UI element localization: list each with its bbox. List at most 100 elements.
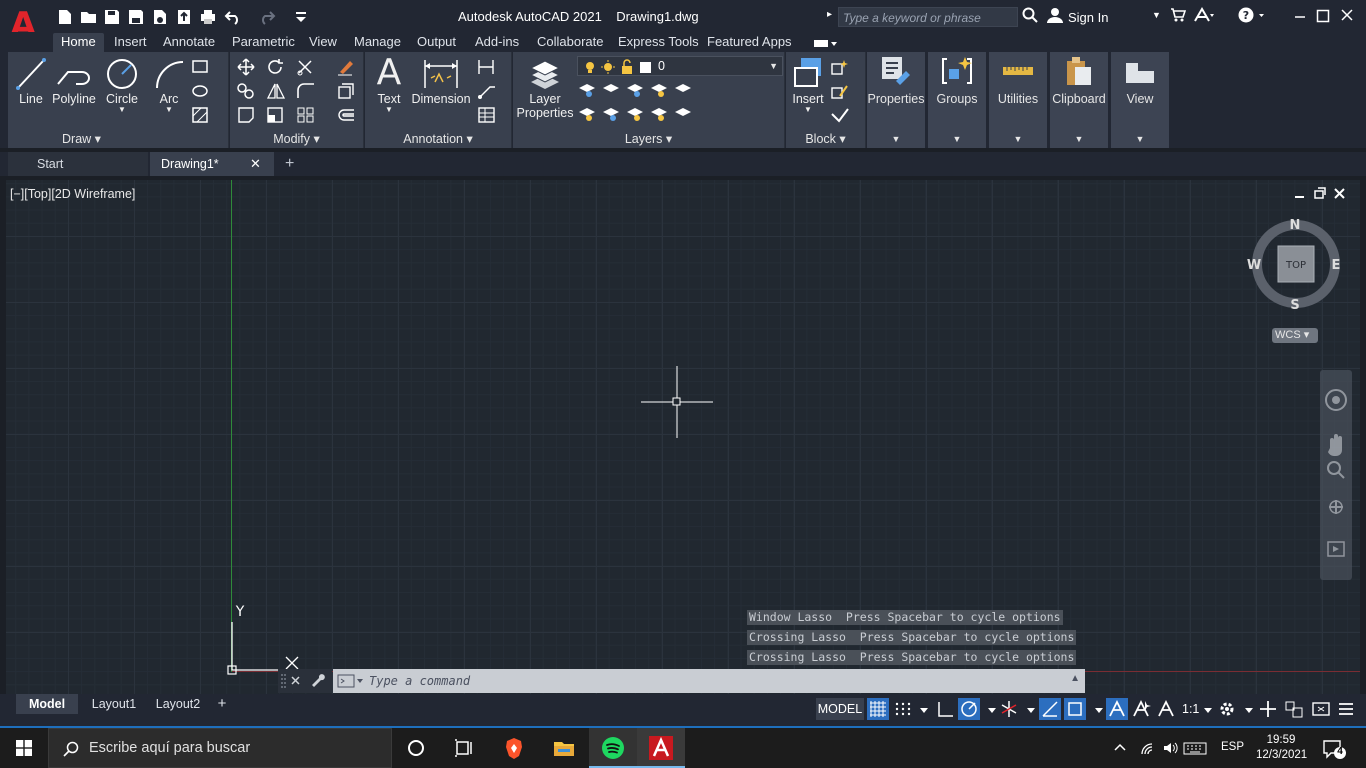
input-language-indicator[interactable]: ESP — [1221, 741, 1244, 753]
utilities-dropdown-icon[interactable]: ▼ — [989, 134, 1047, 144]
tab-home[interactable]: Home — [53, 33, 104, 52]
isodraft-dropdown-icon[interactable] — [1020, 698, 1035, 720]
tab-express-tools[interactable]: Express Tools — [618, 33, 699, 52]
leader-icon[interactable] — [477, 82, 497, 100]
viewport-close-icon[interactable] — [1334, 188, 1345, 199]
annotation-monitor-icon[interactable] — [1257, 698, 1279, 720]
auto-scale-icon[interactable] — [1130, 698, 1152, 720]
table-icon[interactable] — [477, 106, 497, 124]
search-icon[interactable] — [1022, 7, 1038, 27]
close-tab-icon[interactable]: ✕ — [250, 156, 261, 172]
view-dropdown-icon[interactable]: ▼ — [1111, 134, 1169, 144]
edit-block-icon[interactable] — [830, 82, 850, 100]
tab-annotate[interactable]: Annotate — [163, 33, 215, 52]
annotation-visibility-icon[interactable] — [1106, 698, 1128, 720]
arc-tool-button[interactable]: Arc ▼ — [149, 56, 189, 114]
view-panel-button[interactable]: View ▼ — [1111, 52, 1169, 148]
draw-panel-title[interactable]: Draw ▾ — [8, 131, 155, 146]
customization-menu-icon[interactable] — [1335, 698, 1357, 720]
taskbar-search-box[interactable]: Escribe aquí para buscar — [48, 728, 392, 768]
scale-icon[interactable] — [266, 106, 286, 124]
layer-dropdown[interactable]: 0 ▼ — [577, 56, 783, 76]
action-center-button[interactable]: 4 — [1322, 738, 1346, 760]
layers-panel-title[interactable]: Layers ▾ — [513, 131, 784, 146]
hatch-icon[interactable] — [191, 106, 211, 124]
recent-commands-icon[interactable] — [337, 674, 365, 688]
command-line-grip[interactable] — [278, 669, 332, 693]
annotation-scale-icon[interactable] — [1155, 698, 1177, 720]
create-block-icon[interactable] — [830, 58, 850, 76]
viewcube[interactable]: TOP N S E W — [1246, 214, 1346, 314]
circle-tool-button[interactable]: Circle ▼ — [100, 56, 144, 114]
text-dropdown-icon[interactable]: ▼ — [369, 106, 409, 114]
linear-dimension-icon[interactable] — [477, 58, 497, 76]
workspace-settings-icon[interactable] — [1216, 698, 1238, 720]
erase-icon[interactable] — [336, 58, 356, 76]
text-tool-button[interactable]: A Text ▼ — [369, 54, 409, 114]
tab-layout2[interactable]: Layout2 — [148, 694, 208, 714]
maximize-window-icon[interactable] — [1316, 7, 1330, 27]
move-icon[interactable] — [236, 58, 256, 76]
sign-in-button[interactable]: Sign In — [1068, 10, 1108, 25]
insert-dropdown-icon[interactable]: ▼ — [788, 106, 828, 114]
wcs-menu[interactable]: WCS ▾ — [1272, 328, 1318, 343]
clipboard-dropdown-icon[interactable]: ▼ — [1050, 134, 1108, 144]
edit-attributes-icon[interactable] — [830, 106, 850, 124]
tab-collaborate[interactable]: Collaborate — [537, 33, 604, 52]
show-hidden-icons-icon[interactable] — [1114, 743, 1126, 751]
fillet-icon[interactable] — [296, 82, 316, 100]
array-icon[interactable] — [296, 106, 316, 124]
arc-dropdown-icon[interactable]: ▼ — [149, 106, 189, 114]
save-icon[interactable] — [103, 8, 121, 26]
windows-start-button[interactable] — [0, 728, 48, 768]
copy-icon[interactable] — [236, 82, 256, 100]
block-panel-title[interactable]: Block ▾ — [786, 131, 865, 146]
tab-manage[interactable]: Manage — [354, 33, 401, 52]
stretch-icon[interactable] — [236, 106, 256, 124]
rectangle-icon[interactable] — [191, 58, 211, 76]
viewport-controls-label[interactable]: [−][Top][2D Wireframe] — [10, 187, 135, 201]
user-icon[interactable] — [1047, 7, 1063, 27]
add-layout-button[interactable]: + — [212, 694, 232, 714]
command-history-expand-icon[interactable]: ▲ — [1070, 673, 1080, 684]
autodesk-account-icon[interactable] — [1193, 7, 1215, 27]
viewport-restore-icon[interactable] — [1314, 190, 1324, 199]
offset-icon[interactable] — [336, 106, 356, 124]
polar-dropdown-icon[interactable] — [981, 698, 996, 720]
minimize-window-icon[interactable] — [1293, 7, 1307, 27]
task-view-button[interactable] — [440, 728, 488, 768]
object-snap-dropdown-icon[interactable] — [1088, 698, 1103, 720]
polyline-tool-button[interactable]: Polyline — [50, 56, 98, 106]
clipboard-panel-button[interactable]: Clipboard ▼ — [1050, 52, 1108, 148]
orbit-icon[interactable] — [1329, 500, 1343, 514]
file-explorer-button[interactable] — [540, 728, 588, 768]
snap-dropdown-icon[interactable] — [913, 698, 928, 720]
ellipse-icon[interactable] — [191, 82, 211, 100]
open-file-icon[interactable] — [80, 8, 98, 26]
insert-block-button[interactable]: Insert ▼ — [788, 56, 828, 114]
command-input[interactable]: Type a command — [333, 669, 1085, 693]
volume-icon[interactable] — [1164, 743, 1171, 753]
open-from-web-icon[interactable] — [151, 8, 169, 26]
undo-icon[interactable] — [224, 8, 242, 26]
tab-output[interactable]: Output — [417, 33, 456, 52]
mirror-icon[interactable] — [266, 82, 286, 100]
cortana-button[interactable] — [392, 728, 440, 768]
utilities-panel-button[interactable]: Utilities ▼ — [989, 52, 1047, 148]
snap-mode-icon[interactable] — [892, 698, 914, 720]
brave-browser-button[interactable] — [490, 728, 538, 768]
workspace-dropdown-icon[interactable] — [1238, 698, 1253, 720]
redo-icon[interactable] — [258, 8, 276, 26]
system-tray-icons[interactable] — [1112, 740, 1232, 756]
object-snap-icon[interactable] — [1064, 698, 1086, 720]
tab-model[interactable]: Model — [16, 694, 78, 714]
tab-featured-apps[interactable]: Featured Apps — [707, 33, 792, 52]
dimension-tool-button[interactable]: Dimension — [411, 56, 471, 106]
tab-parametric[interactable]: Parametric — [232, 33, 295, 52]
help-icon[interactable]: ? — [1238, 7, 1266, 27]
trim-icon[interactable] — [296, 58, 316, 76]
explode-icon[interactable] — [336, 82, 356, 100]
tab-start[interactable]: Start — [8, 152, 148, 176]
close-command-line-icon[interactable] — [291, 676, 300, 685]
rotate-icon[interactable] — [266, 58, 286, 76]
